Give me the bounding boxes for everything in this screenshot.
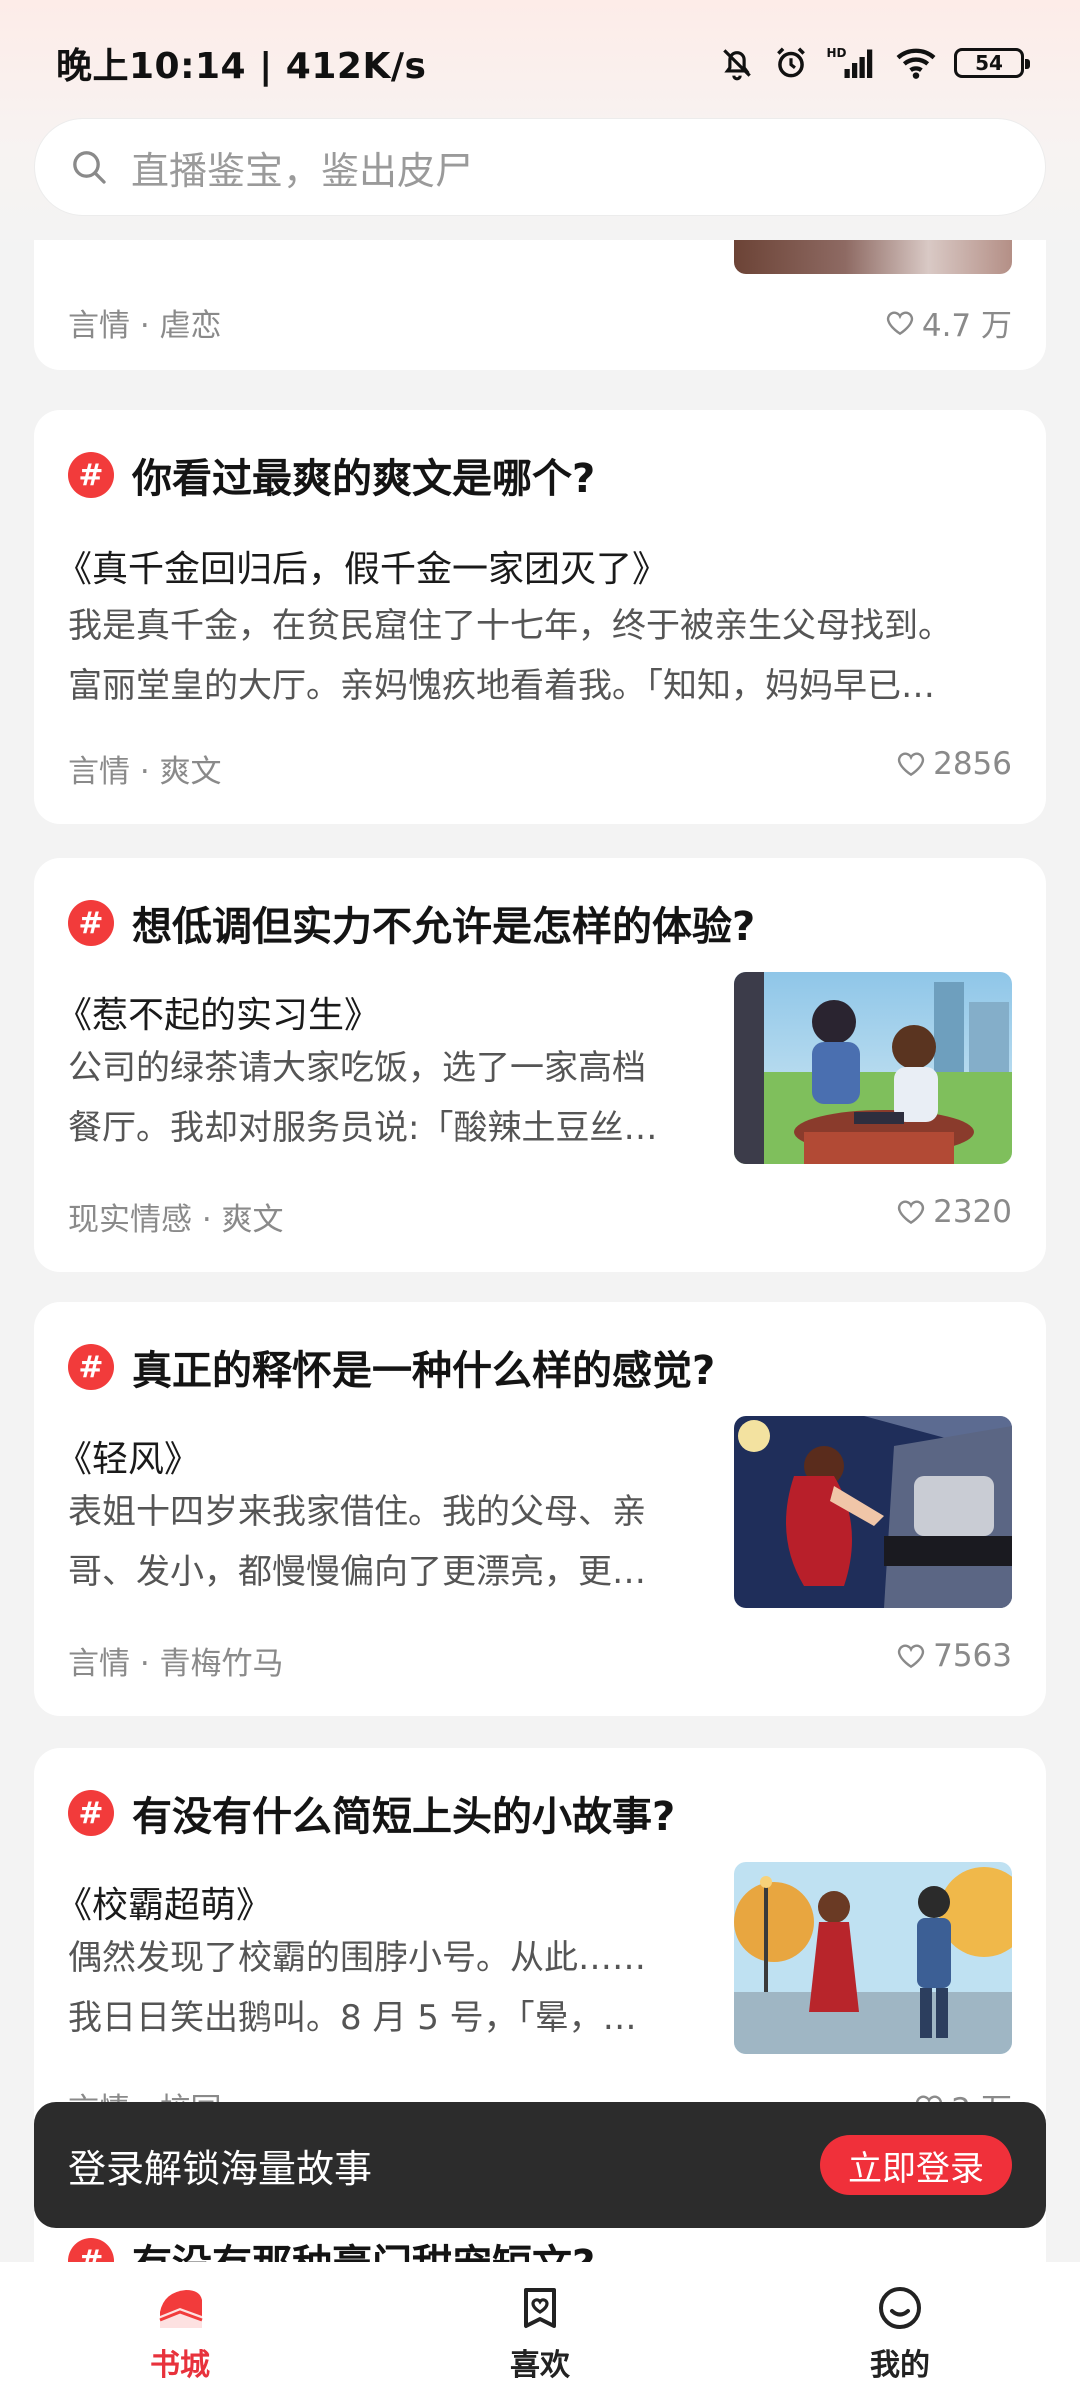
like-count-value: 2320: [933, 1194, 1012, 1230]
status-bar: 晚上10:14 | 412K/s HD 54: [0, 0, 1080, 125]
question-title: 你看过最爽的爽文是哪个?: [132, 456, 596, 502]
excerpt-line: 公司的绿茶请大家吃饭，选了一家高档: [68, 1048, 646, 1088]
nav-label: 喜欢: [510, 2348, 570, 2383]
heart-icon: [898, 1644, 925, 1669]
story-thumbnail[interactable]: [734, 240, 1012, 274]
search-bar[interactable]: 直播鉴宝，鉴出皮尸: [34, 118, 1046, 216]
like-count[interactable]: 2856: [895, 746, 1012, 782]
story-tags: 言情 · 虐恋: [68, 308, 222, 344]
favorites-icon: [524, 2288, 556, 2328]
question-row: # 你看过最爽的爽文是哪个?: [68, 446, 595, 504]
alarm-icon: [777, 47, 805, 77]
like-count-value: 4.7 万: [921, 308, 1012, 344]
login-banner: 登录解锁海量故事 立即登录: [34, 2102, 1046, 2228]
story-thumbnail[interactable]: [734, 972, 1012, 1164]
hashtag-icon: #: [68, 452, 114, 498]
story-excerpt: 公司的绿茶请大家吃饭，选了一家高档 餐厅。我却对服务员说:「酸辣土豆丝…: [68, 1038, 708, 1158]
story-card[interactable]: # 真正的释怀是一种什么样的感觉? 《轻风》 表姐十四岁来我家借住。我的父母、亲…: [34, 1302, 1046, 1716]
story-card[interactable]: # 有没有什么简短上头的小故事? 《校霸超萌》 偶然发现了校霸的围脖小号。从此……: [34, 1748, 1046, 2162]
nav-item-bookstore[interactable]: 书城: [80, 2284, 280, 2384]
hd-signal-icon: HD: [827, 46, 873, 78]
story-excerpt: 我是真千金，在贫民窟住了十七年，终于被亲生父母找到。 富丽堂皇的大厅。亲妈愧疚地…: [68, 596, 1012, 716]
story-card[interactable]: # 想低调但实力不允许是怎样的体验? 《惹不起的实习生》 公司的绿茶请大家吃饭，…: [34, 858, 1046, 1272]
story-tags: 现实情感 · 爽文: [68, 1202, 284, 1238]
excerpt-line: 餐厅。我却对服务员说:「酸辣土豆丝…: [68, 1108, 658, 1148]
nav-item-favorites[interactable]: 喜欢: [440, 2284, 640, 2384]
login-button[interactable]: 立即登录: [820, 2135, 1012, 2195]
bottom-nav: 书城 喜欢 我的: [0, 2262, 1080, 2400]
book-title: 《惹不起的实习生》: [56, 995, 381, 1036]
question-row: # 真正的释怀是一种什么样的感觉?: [68, 1338, 715, 1396]
like-count[interactable]: 2320: [895, 1194, 1012, 1230]
question-title: 有没有什么简短上头的小故事?: [132, 1794, 676, 1840]
like-count-value: 2856: [933, 746, 1012, 782]
nav-label: 我的: [870, 2348, 930, 2383]
question-title: 想低调但实力不允许是怎样的体验?: [132, 904, 756, 950]
excerpt-line: 我日日笑出鹅叫。8 月 5 号，「晕，…: [68, 1998, 637, 2038]
like-count-value: 7563: [933, 1638, 1012, 1674]
story-tags: 言情 · 青梅竹马: [68, 1646, 284, 1682]
status-time: 晚上10:14 | 412K/s: [56, 45, 427, 87]
mute-bell-icon: [723, 48, 751, 80]
heart-icon: [898, 1200, 925, 1225]
battery-indicator: 54: [954, 47, 1030, 78]
hashtag-icon: #: [68, 1344, 114, 1390]
heart-icon: [886, 311, 913, 335]
story-thumbnail[interactable]: [734, 1862, 1012, 2054]
search-icon: [73, 151, 106, 184]
heart-icon: [898, 752, 925, 777]
story-excerpt: 表姐十四岁来我家借住。我的父母、亲 哥、发小，都慢慢偏向了更漂亮，更…: [68, 1482, 708, 1602]
nav-label: 书城: [150, 2348, 210, 2383]
hashtag-icon: #: [68, 900, 114, 946]
story-excerpt: 偶然发现了校霸的围脖小号。从此…… 我日日笑出鹅叫。8 月 5 号，「晕，…: [68, 1928, 708, 2048]
book-title: 《真千金回归后，假千金一家团灭了》: [56, 549, 669, 590]
excerpt-line: 哥、发小，都慢慢偏向了更漂亮，更…: [68, 1552, 646, 1592]
bookstore-icon: [159, 2290, 203, 2328]
like-count[interactable]: 7563: [895, 1638, 1012, 1674]
book-title: 《轻风》: [56, 1439, 201, 1480]
like-count[interactable]: 4.7 万: [884, 300, 1012, 345]
hashtag-icon: #: [68, 1790, 114, 1836]
login-prompt: 登录解锁海量故事: [68, 2146, 373, 2191]
status-icons: HD 54: [718, 44, 1030, 82]
nav-item-profile[interactable]: 我的: [800, 2284, 1000, 2384]
wifi-icon: [896, 48, 936, 79]
question-row: # 有没有什么简短上头的小故事?: [68, 1784, 675, 1842]
question-row: # 想低调但实力不允许是怎样的体验?: [68, 894, 755, 952]
excerpt-line: 表姐十四岁来我家借住。我的父母、亲: [68, 1492, 646, 1532]
story-card[interactable]: # 你看过最爽的爽文是哪个? 《真千金回归后，假千金一家团灭了》 我是真千金，在…: [34, 410, 1046, 824]
story-thumbnail[interactable]: [734, 1416, 1012, 1608]
story-tags: 言情 · 爽文: [68, 754, 222, 790]
story-card-partial[interactable]: 言情 · 虐恋 4.7 万: [34, 240, 1046, 370]
excerpt-line: 富丽堂皇的大厅。亲妈愧疚地看着我。「知知，妈妈早已…: [68, 666, 935, 706]
book-title: 《校霸超萌》: [56, 1885, 273, 1926]
excerpt-line: 我是真千金，在贫民窟住了十七年，终于被亲生父母找到。: [68, 606, 952, 646]
svg-text:HD: HD: [827, 46, 847, 60]
question-title: 真正的释怀是一种什么样的感觉?: [132, 1348, 716, 1394]
battery-level: 54: [975, 50, 1003, 75]
excerpt-line: 偶然发现了校霸的围脖小号。从此……: [68, 1938, 646, 1978]
search-input[interactable]: 直播鉴宝，鉴出皮尸: [131, 140, 473, 195]
profile-icon: [879, 2287, 921, 2329]
